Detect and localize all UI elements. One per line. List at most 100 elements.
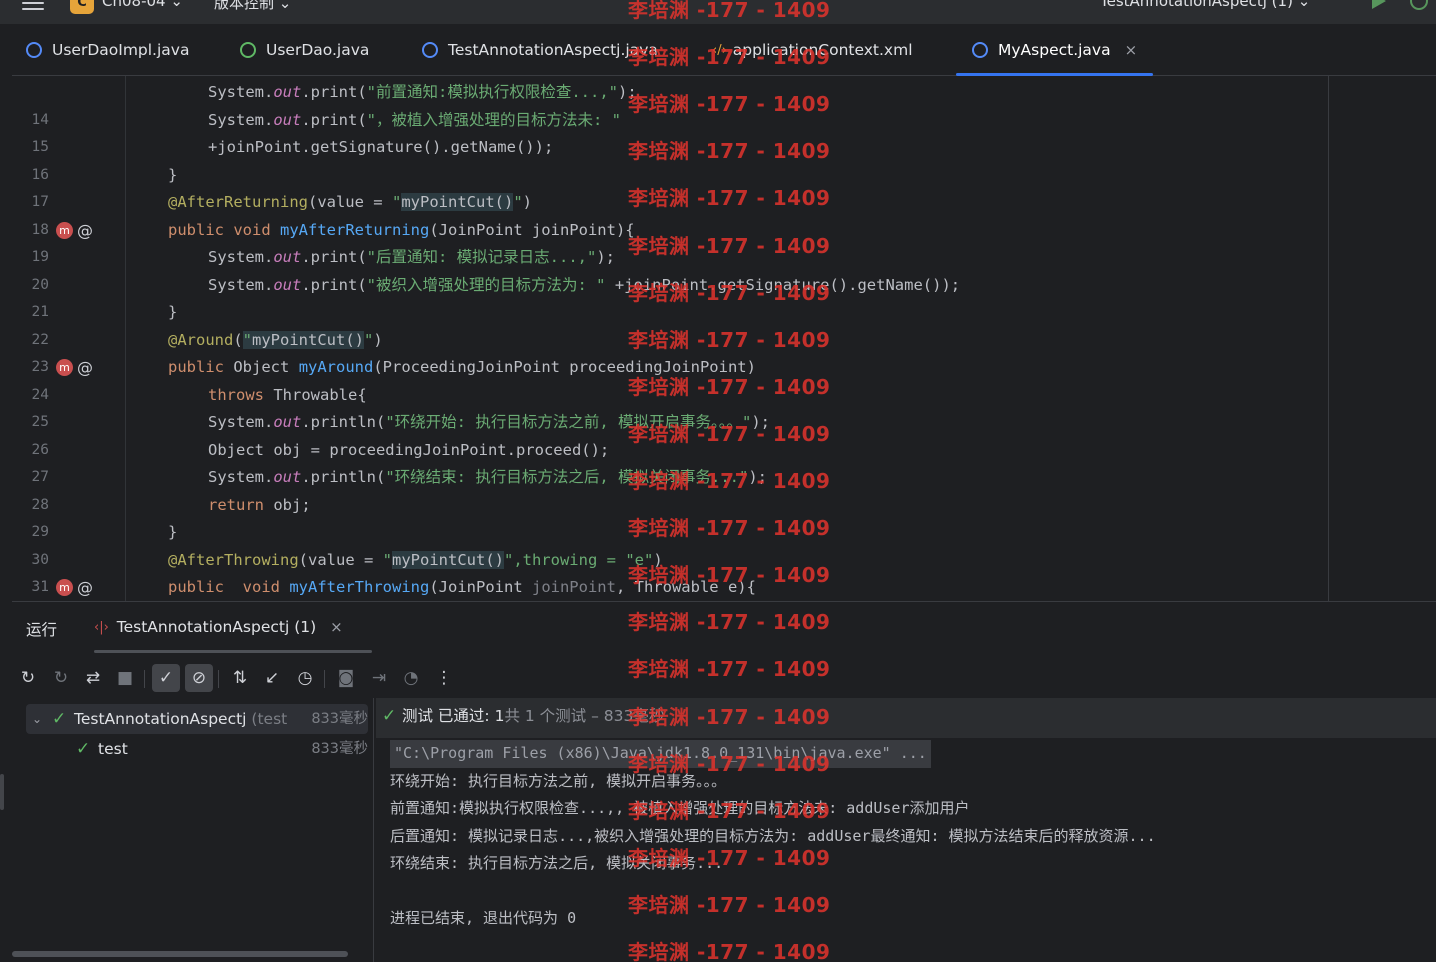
console-line: 进程已结束, 退出代码为 0 — [390, 909, 577, 927]
debug-icon[interactable] — [1410, 0, 1428, 10]
tab-myaspect[interactable]: MyAspect.java × — [956, 24, 1154, 76]
run-tab-label: TestAnnotationAspectj (1) — [116, 618, 317, 636]
toolbar-separator — [144, 670, 145, 688]
tab-label: UserDaoImpl.java — [52, 41, 190, 59]
tab-label: UserDao.java — [266, 41, 370, 59]
test-class-name: TestAnnotationAspectj — [74, 710, 247, 728]
gutter-markers: m @ — [56, 354, 93, 382]
watermark-text: 李培渊 -177 - 1409 — [628, 563, 831, 588]
code-text: } — [168, 523, 178, 541]
show-passed-icon[interactable]: ✓ — [152, 664, 180, 692]
watermark-text: 李培渊 -177 - 1409 — [628, 892, 831, 917]
watermark-text: 李培渊 -177 - 1409 — [628, 45, 831, 70]
code-text: @AfterThrowing(value = "myPointCut()",th… — [168, 550, 663, 569]
aspect-advice-icon[interactable]: m — [56, 579, 73, 597]
test-status-bar: ✓ 测试 已通过: 1共 1 个测试 – 833毫秒 — [376, 698, 1436, 738]
watermark-text: 李培渊 -177 - 1409 — [628, 421, 831, 446]
watermark-text: 李培渊 -177 - 1409 — [628, 610, 831, 635]
gutter-markers: m @ — [56, 217, 93, 245]
chevron-down-icon[interactable]: ⌄ — [32, 704, 42, 734]
camera-icon[interactable]: ◙ — [332, 664, 360, 692]
test-class-sub: (test — [251, 710, 288, 728]
aspect-advice-icon[interactable]: m — [56, 221, 73, 239]
history-icon[interactable]: ◷ — [291, 664, 319, 692]
code-text: } — [168, 165, 178, 184]
run-tab[interactable]: ‹|› TestAnnotationAspectj (1) × — [94, 618, 343, 636]
vcs-menu[interactable]: 版本控制 ⌄ — [214, 0, 291, 13]
check-icon: ✓ — [76, 739, 91, 759]
test-config-icon: ‹|› — [94, 619, 109, 635]
tab-label: TestAnnotationAspectj.java — [448, 41, 658, 59]
coverage-icon[interactable]: ◔ — [397, 664, 425, 692]
watermark-text: 李培渊 -177 - 1409 — [628, 751, 831, 776]
run-config-selector[interactable]: TestAnnotationAspectj (1) ⌄ — [1100, 0, 1310, 10]
more-icon[interactable]: ⋮ — [430, 664, 458, 692]
check-icon: ✓ — [52, 709, 67, 729]
close-icon[interactable]: × — [330, 618, 343, 636]
watermark-text: 李培渊 -177 - 1409 — [628, 704, 831, 729]
code-text: public void myAfterReturning(JoinPoint j… — [168, 220, 635, 239]
code-text: System.out.print("被织入增强处理的目标方法为: " +join… — [208, 275, 961, 294]
watermark-text: 李培渊 -177 - 1409 — [628, 0, 831, 22]
toolbar-separator — [218, 670, 219, 688]
watermark-text: 李培渊 -177 - 1409 — [628, 657, 831, 682]
run-tab-indicator — [94, 650, 372, 653]
toolbar-separator — [324, 670, 325, 688]
tab-testannotationaspectj[interactable]: TestAnnotationAspectj.java — [422, 24, 658, 76]
watermark-text: 李培渊 -177 - 1409 — [628, 798, 831, 823]
code-text: @Around("myPointCut()") — [168, 330, 383, 349]
code-text: Object obj = proceedingJoinPoint.proceed… — [208, 440, 610, 459]
project-selector[interactable]: Ch08-04 ⌄ — [102, 0, 183, 10]
close-icon[interactable]: × — [1125, 41, 1138, 59]
interface-icon — [240, 42, 256, 58]
toggle-auto-test-icon[interactable]: ⇄ — [79, 664, 107, 692]
import-icon[interactable]: ⇥ — [365, 664, 393, 692]
code-text: throws Throwable{ — [208, 385, 367, 404]
class-icon — [972, 42, 988, 58]
code-text: System.out.print("前置通知:模拟执行权限检查...,"); — [208, 83, 637, 101]
code-text: System.out.print("，被植入增强处理的目标方法未: " — [208, 110, 621, 129]
test-tree: ⌄ ✓ TestAnnotationAspectj (test 833毫秒 ✓ … — [12, 698, 374, 962]
watermark-text: 李培渊 -177 - 1409 — [628, 327, 831, 352]
project-badge[interactable]: C — [70, 0, 94, 14]
side-panel-handle[interactable] — [0, 774, 4, 810]
code-text: System.out.print("后置通知: 模拟记录日志...,"); — [208, 248, 615, 266]
annotation-icon[interactable]: @ — [77, 217, 93, 245]
annotation-icon[interactable]: @ — [77, 574, 93, 601]
gutter-markers: m @ — [56, 574, 93, 601]
test-duration: 833毫秒 — [311, 711, 368, 727]
rerun-failed-icon[interactable]: ↻ — [47, 664, 75, 692]
watermark-text: 李培渊 -177 - 1409 — [628, 940, 831, 962]
watermark-text: 李培渊 -177 - 1409 — [628, 233, 831, 258]
annotation-icon[interactable]: @ — [77, 354, 93, 382]
rerun-icon[interactable]: ↻ — [14, 664, 42, 692]
run-icon[interactable] — [1372, 0, 1386, 9]
watermark-text: 李培渊 -177 - 1409 — [628, 374, 831, 399]
code-text: return obj; — [208, 495, 311, 514]
aspect-advice-icon[interactable]: m — [56, 359, 73, 377]
sort-icon[interactable]: ⇅ — [226, 664, 254, 692]
test-tree-item[interactable]: ✓ test 833毫秒 — [26, 734, 368, 764]
tab-userdao[interactable]: UserDao.java — [240, 24, 369, 76]
code-text: } — [168, 303, 178, 321]
watermark-text: 李培渊 -177 - 1409 — [628, 92, 831, 117]
collapse-icon[interactable]: ↙ — [258, 664, 286, 692]
watermark-text: 李培渊 -177 - 1409 — [628, 516, 831, 541]
code-text: @AfterReturning(value = "myPointCut()") — [168, 193, 532, 211]
code-text: +joinPoint.getSignature().getName()); — [208, 138, 554, 156]
tab-userdaoimpl[interactable]: UserDaoImpl.java — [26, 24, 189, 76]
main-menu-icon[interactable] — [22, 0, 44, 10]
watermark-text: 李培渊 -177 - 1409 — [628, 139, 831, 164]
test-status-text: 测试 已通过: 1 — [402, 707, 505, 725]
test-method-name: test — [98, 740, 128, 758]
class-icon — [26, 42, 42, 58]
console-output[interactable]: ✓ 测试 已通过: 1共 1 个测试 – 833毫秒 "C:\Program F… — [376, 698, 1436, 962]
horizontal-scrollbar[interactable] — [12, 951, 348, 957]
watermark-text: 李培渊 -177 - 1409 — [628, 845, 831, 870]
show-ignored-icon[interactable]: ⊘ — [185, 664, 213, 692]
class-icon — [422, 42, 438, 58]
test-tree-item[interactable]: ⌄ ✓ TestAnnotationAspectj (test 833毫秒 — [26, 704, 368, 734]
test-duration: 833毫秒 — [311, 741, 368, 757]
watermark-text: 李培渊 -177 - 1409 — [628, 469, 831, 493]
stop-icon[interactable]: ■ — [111, 664, 139, 692]
